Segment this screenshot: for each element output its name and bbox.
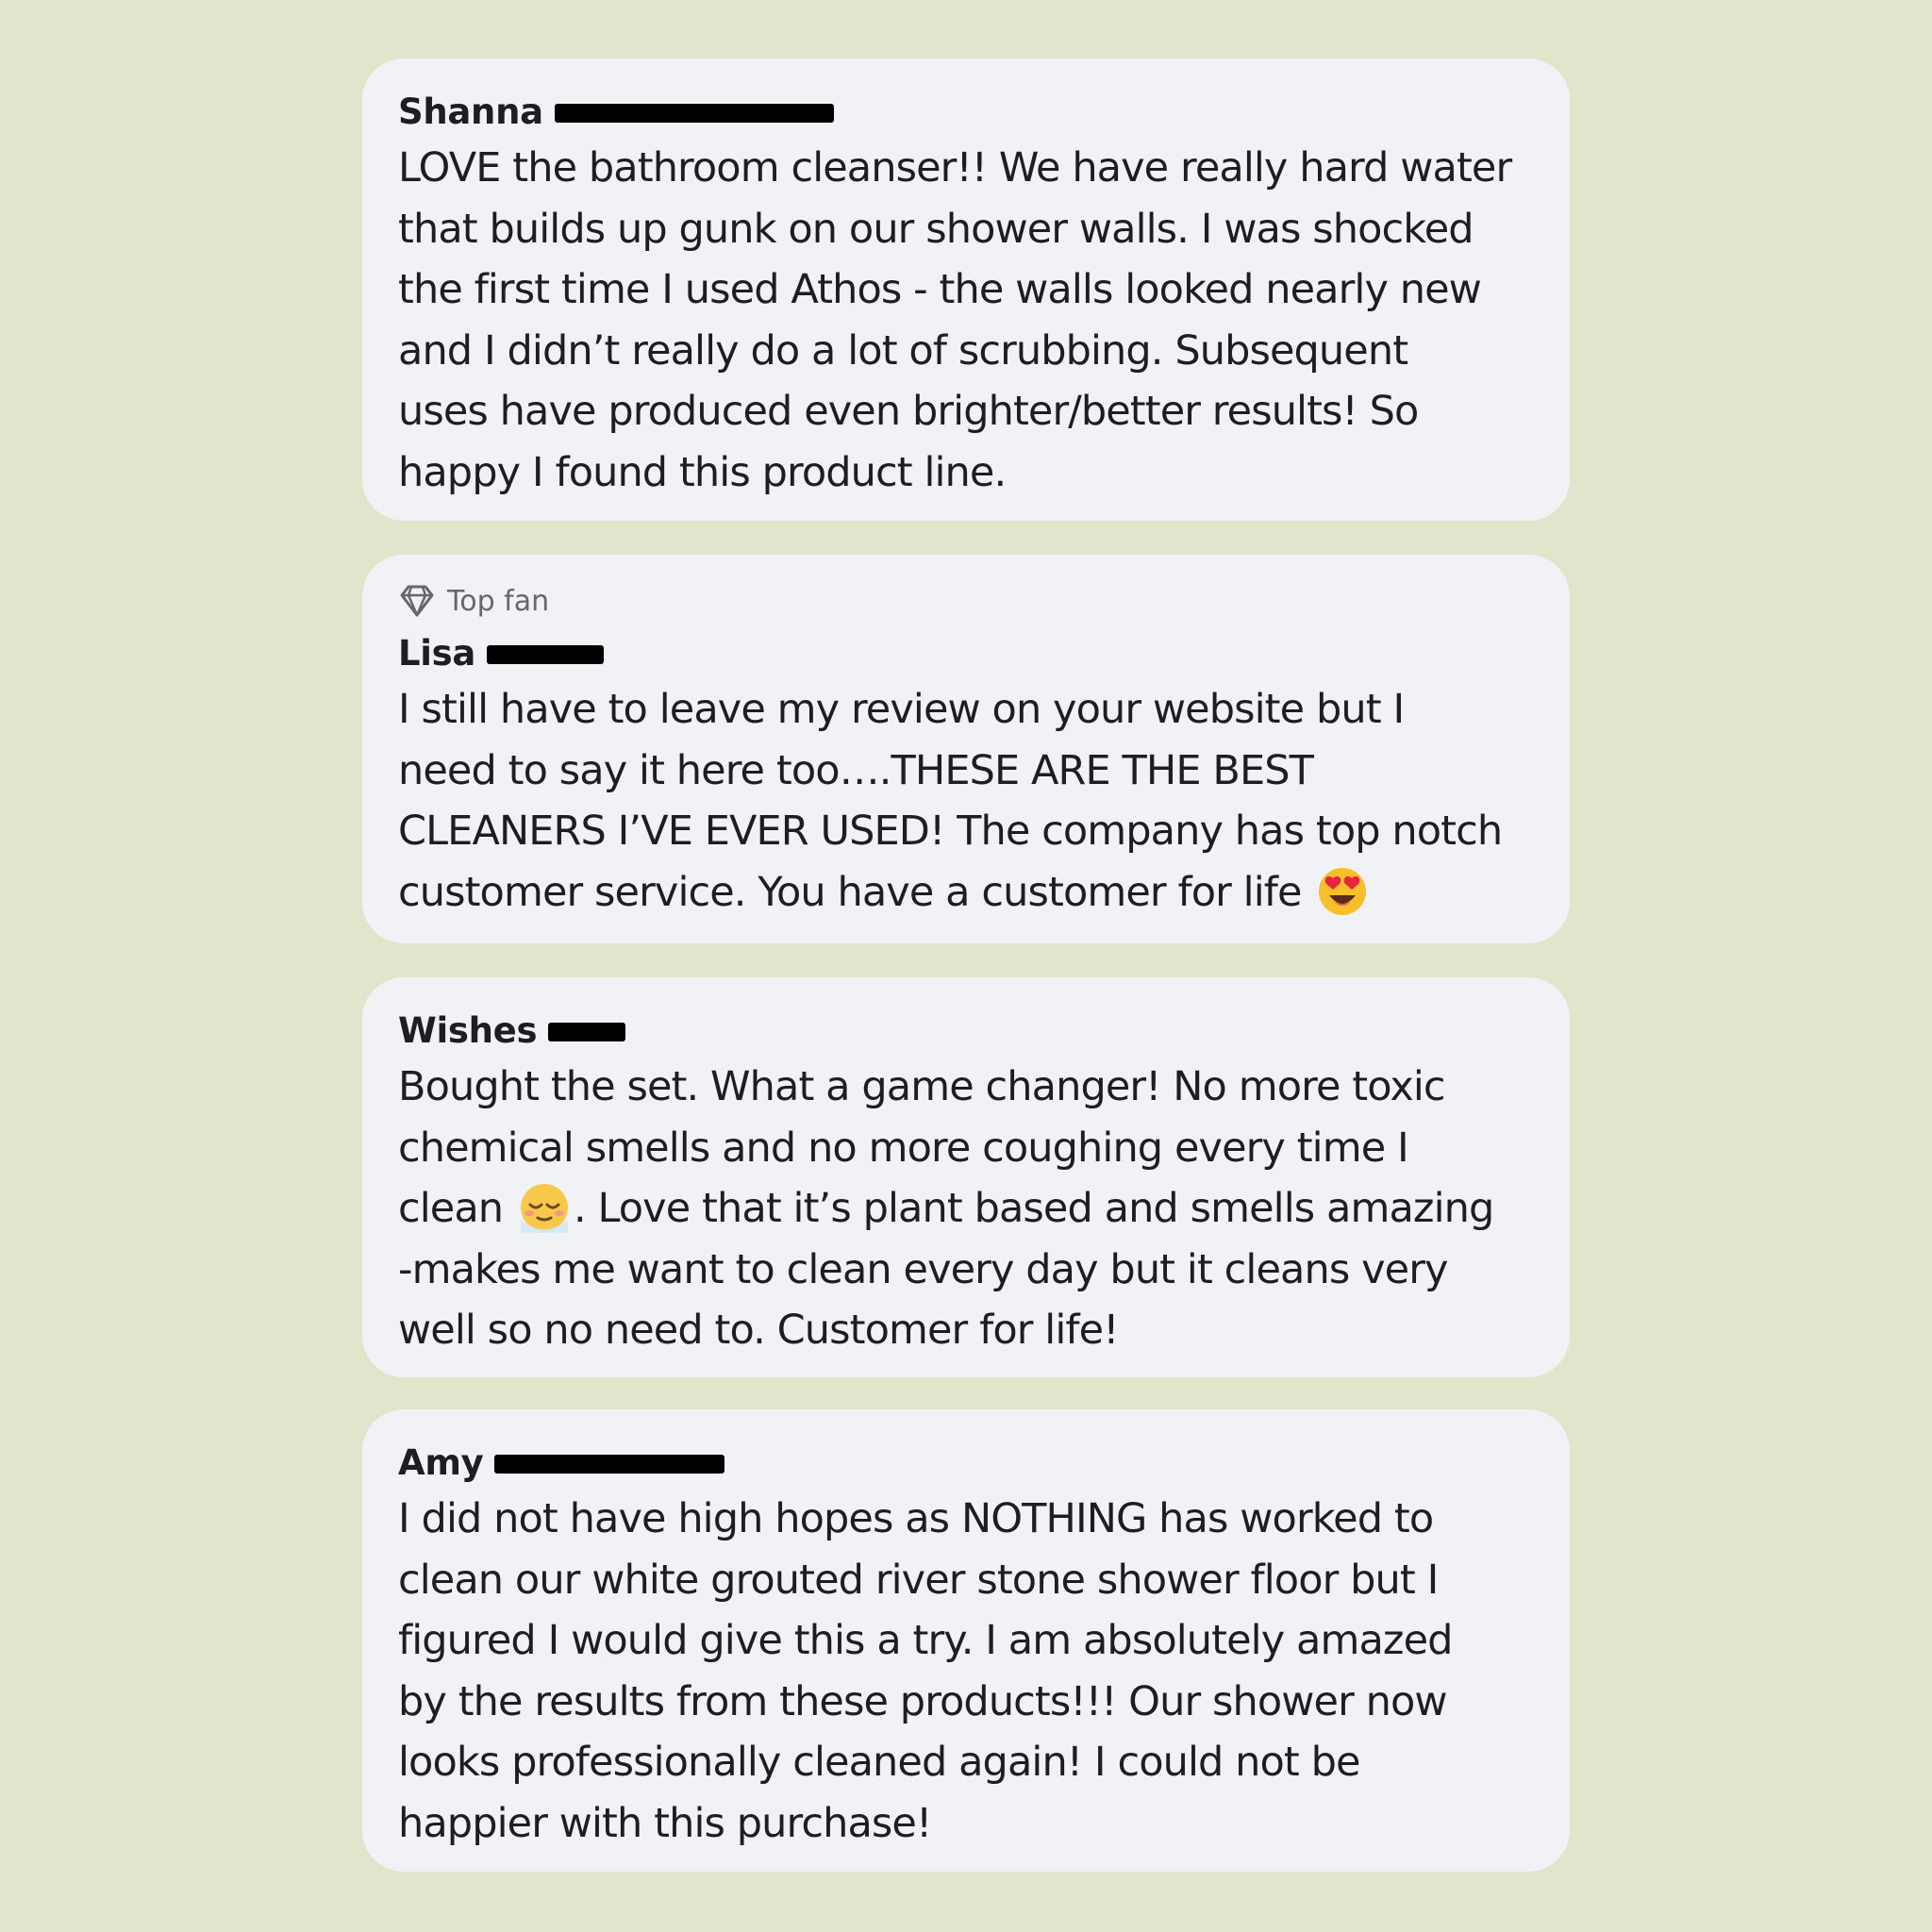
comment-bubble: Shanna LOVE the bathroom cleanser!! We h… xyxy=(362,58,1570,521)
comment-line: clean xyxy=(398,1185,504,1232)
comment-line: looks professionally cleaned again! I co… xyxy=(398,1739,1361,1786)
comment-line: Bought the set. What a game changer! No … xyxy=(398,1063,1446,1110)
comment-line: I still have to leave my review on your … xyxy=(398,686,1405,733)
diamond-icon xyxy=(400,585,434,617)
comment-header: Shanna xyxy=(398,85,1534,138)
comment-header: Lisa xyxy=(398,626,1534,679)
comment-line: customer service. You have a customer fo… xyxy=(398,868,1302,916)
redacted-surname-bar xyxy=(487,645,605,664)
comment-text: Bought the set. What a game changer! No … xyxy=(398,1057,1534,1361)
comment-line: . Love that it’s plant based and smells … xyxy=(573,1185,1494,1232)
redacted-surname-bar xyxy=(554,104,834,123)
comment-line: I did not have high hopes as NOTHING has… xyxy=(398,1495,1434,1542)
comment-line: happy I found this product line. xyxy=(398,448,1007,496)
comment-line: uses have produced even brighter/better … xyxy=(398,388,1419,435)
author-name[interactable]: Amy xyxy=(398,1442,484,1483)
author-name[interactable]: Lisa xyxy=(398,633,475,674)
badge-label: Top fan xyxy=(447,584,550,618)
comment-line: by the results from these products!!! Ou… xyxy=(398,1677,1448,1725)
comment-line: LOVE the bathroom cleanser!! We have rea… xyxy=(398,144,1512,192)
comment-bubble: Amy I did not have high hopes as NOTHING… xyxy=(362,1409,1570,1872)
comment-line: and I didn’t really do a lot of scrubbin… xyxy=(398,326,1408,375)
comment-text: I did not have high hopes as NOTHING has… xyxy=(398,1489,1534,1854)
comment-line: well so no need to. Customer for life! xyxy=(398,1307,1119,1354)
comment-header: Wishes xyxy=(398,1004,1534,1057)
comment-line: CLEANERS I’VE EVER USED! The company has… xyxy=(398,808,1503,855)
comment-line: -makes me want to clean every day but it… xyxy=(398,1245,1448,1293)
comment-line: the first time I used Athos - the walls … xyxy=(398,266,1482,313)
comment-line: need to say it here too….THESE ARE THE B… xyxy=(398,746,1314,794)
comment-line: clean our white grouted river stone show… xyxy=(398,1556,1439,1604)
redacted-surname-bar xyxy=(494,1455,725,1474)
comment-text: I still have to leave my review on your … xyxy=(398,679,1534,923)
redacted-surname-bar xyxy=(548,1023,626,1041)
top-fan-badge: Top fan xyxy=(398,581,1534,621)
author-name[interactable]: Wishes xyxy=(398,1010,537,1051)
comment-text: LOVE the bathroom cleanser!! We have rea… xyxy=(398,138,1534,503)
comment-line: happier with this purchase! xyxy=(398,1799,932,1847)
comment-header: Amy xyxy=(398,1436,1534,1489)
comment-bubble: Wishes Bought the set. What a game chang… xyxy=(362,977,1570,1377)
comment-line: chemical smells and no more coughing eve… xyxy=(398,1124,1409,1172)
reviews-screenshot: { "comments": [ { "author_first": "Shann… xyxy=(0,0,1932,1932)
comment-line: figured I would give this a try. I am ab… xyxy=(398,1617,1453,1664)
relieved-face-emoji xyxy=(520,1184,568,1233)
heart-eyes-emoji xyxy=(1319,867,1367,915)
comment-line: that builds up gunk on our shower walls.… xyxy=(398,205,1474,253)
comment-bubble: Top fan Lisa I still have to leave my re… xyxy=(362,555,1570,943)
author-name[interactable]: Shanna xyxy=(398,92,543,132)
